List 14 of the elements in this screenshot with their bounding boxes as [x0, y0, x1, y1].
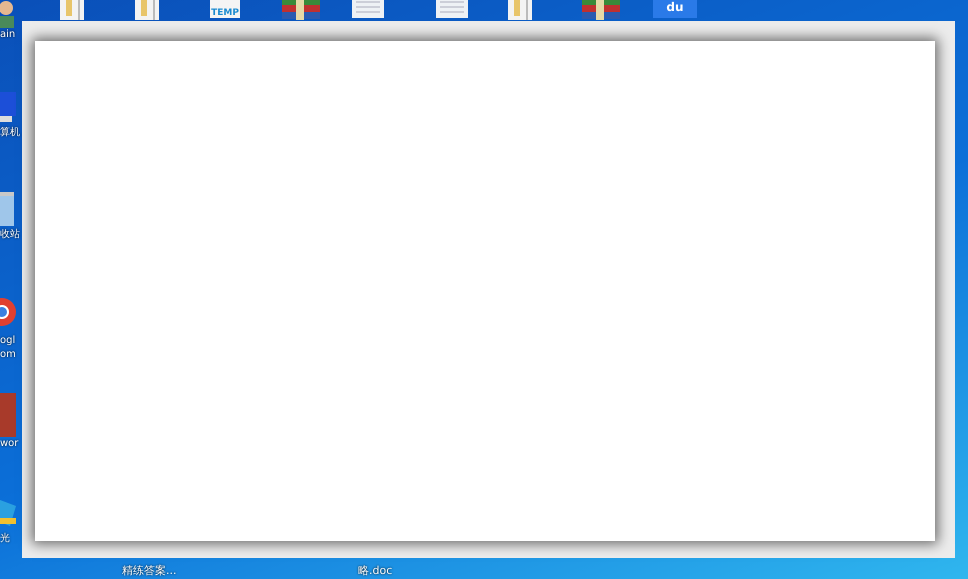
icon-label: ogl: [0, 334, 16, 348]
icon-label: om: [0, 348, 16, 362]
temp-file-icon[interactable]: TEMP: [210, 0, 240, 18]
shortcut-icon[interactable]: du: [653, 0, 697, 18]
icon-label: 精练答案...: [122, 564, 176, 578]
icon-label: 收站: [0, 228, 20, 242]
icon-label: wor: [0, 437, 18, 451]
icon-label: ain: [0, 28, 16, 42]
icon-label: 略.doc: [358, 564, 392, 578]
archive-icon[interactable]: [280, 0, 322, 20]
icon-label: 算机: [0, 126, 20, 140]
archive-icon[interactable]: [580, 0, 622, 20]
icon-label: 光: [0, 532, 10, 546]
user-icon[interactable]: [0, 0, 16, 28]
